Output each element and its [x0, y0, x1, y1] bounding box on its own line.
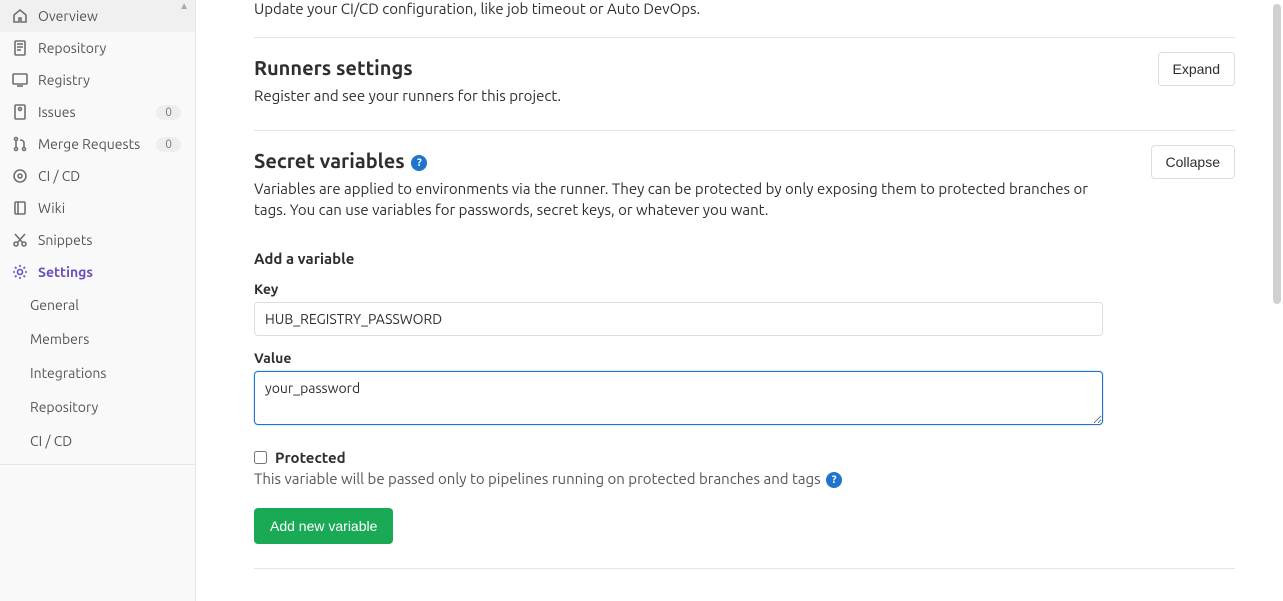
issues-badge: 0 [156, 105, 181, 120]
tag-icon [12, 104, 28, 120]
section-runners: Expand Runners settings Register and see… [254, 38, 1235, 131]
main-content: Update your CI/CD configuration, like jo… [196, 0, 1283, 601]
value-label: Value [254, 350, 1235, 366]
merge-icon [12, 136, 28, 152]
sidebar-item-label: Repository [38, 40, 181, 56]
section-desc: Update your CI/CD configuration, like jo… [254, 0, 1235, 17]
sidebar-sub-repository[interactable]: Repository [0, 390, 195, 424]
section-title: Secret variables ? [254, 149, 1235, 172]
sidebar-item-snippets[interactable]: Snippets [0, 224, 195, 256]
scroll-up-icon[interactable]: ▲ [179, 0, 189, 12]
sidebar-item-settings[interactable]: Settings [0, 256, 195, 288]
sidebar-item-registry[interactable]: Registry [0, 64, 195, 96]
help-icon[interactable]: ? [411, 155, 427, 171]
sidebar-item-repository[interactable]: Repository [0, 32, 195, 64]
sidebar-item-label: CI / CD [38, 168, 181, 184]
sidebar-item-issues[interactable]: Issues 0 [0, 96, 195, 128]
add-variable-button[interactable]: Add new variable [254, 508, 393, 544]
section-desc: Variables are applied to environments vi… [254, 178, 1104, 220]
section-title-text: Secret variables [254, 149, 405, 172]
protected-checkbox[interactable] [254, 451, 267, 464]
value-textarea[interactable] [254, 371, 1103, 425]
scrollbar-thumb[interactable] [1273, 4, 1281, 304]
key-input[interactable] [254, 302, 1103, 336]
screen-icon [12, 72, 28, 88]
collapse-button[interactable]: Collapse [1151, 145, 1235, 179]
mr-badge: 0 [156, 137, 181, 152]
add-variable-form: Add a variable Key Value Protected This … [254, 220, 1235, 544]
protected-desc-text: This variable will be passed only to pip… [254, 470, 821, 487]
form-heading: Add a variable [254, 250, 1235, 267]
sidebar-item-merge-requests[interactable]: Merge Requests 0 [0, 128, 195, 160]
sidebar-item-label: Overview [38, 8, 181, 24]
sidebar-item-label: Merge Requests [38, 136, 156, 152]
protected-label: Protected [275, 449, 346, 466]
sidebar-sub-cicd[interactable]: CI / CD [0, 424, 195, 458]
scissors-icon [12, 232, 28, 248]
gear-icon [12, 264, 28, 280]
section-secret-variables: Collapse Secret variables ? Variables ar… [254, 131, 1235, 568]
sidebar-sub-general[interactable]: General [0, 288, 195, 322]
sidebar-item-label: Issues [38, 104, 156, 120]
key-label: Key [254, 281, 1235, 297]
section-title: Runners settings [254, 56, 1235, 79]
sidebar-item-label: Settings [38, 264, 181, 280]
sidebar-item-cicd[interactable]: CI / CD [0, 160, 195, 192]
sidebar-item-label: Wiki [38, 200, 181, 216]
doc-icon [12, 40, 28, 56]
sidebar: ▲ Overview Repository Registry Issues 0 [0, 0, 196, 601]
help-icon[interactable]: ? [826, 472, 842, 488]
protected-desc: This variable will be passed only to pip… [254, 470, 1235, 488]
expand-button[interactable]: Expand [1158, 52, 1235, 86]
sidebar-item-label: Snippets [38, 232, 181, 248]
sidebar-sub-members[interactable]: Members [0, 322, 195, 356]
sidebar-sub-integrations[interactable]: Integrations [0, 356, 195, 390]
sidebar-item-wiki[interactable]: Wiki [0, 192, 195, 224]
book-icon [12, 200, 28, 216]
rocket-icon [12, 168, 28, 184]
scrollbar[interactable] [1271, 0, 1283, 601]
section-desc: Register and see your runners for this p… [254, 85, 1104, 106]
section-general-pipelines: Update your CI/CD configuration, like jo… [254, 0, 1235, 38]
sidebar-item-label: Registry [38, 72, 181, 88]
home-icon [12, 8, 28, 24]
sidebar-item-overview[interactable]: Overview [0, 0, 195, 32]
